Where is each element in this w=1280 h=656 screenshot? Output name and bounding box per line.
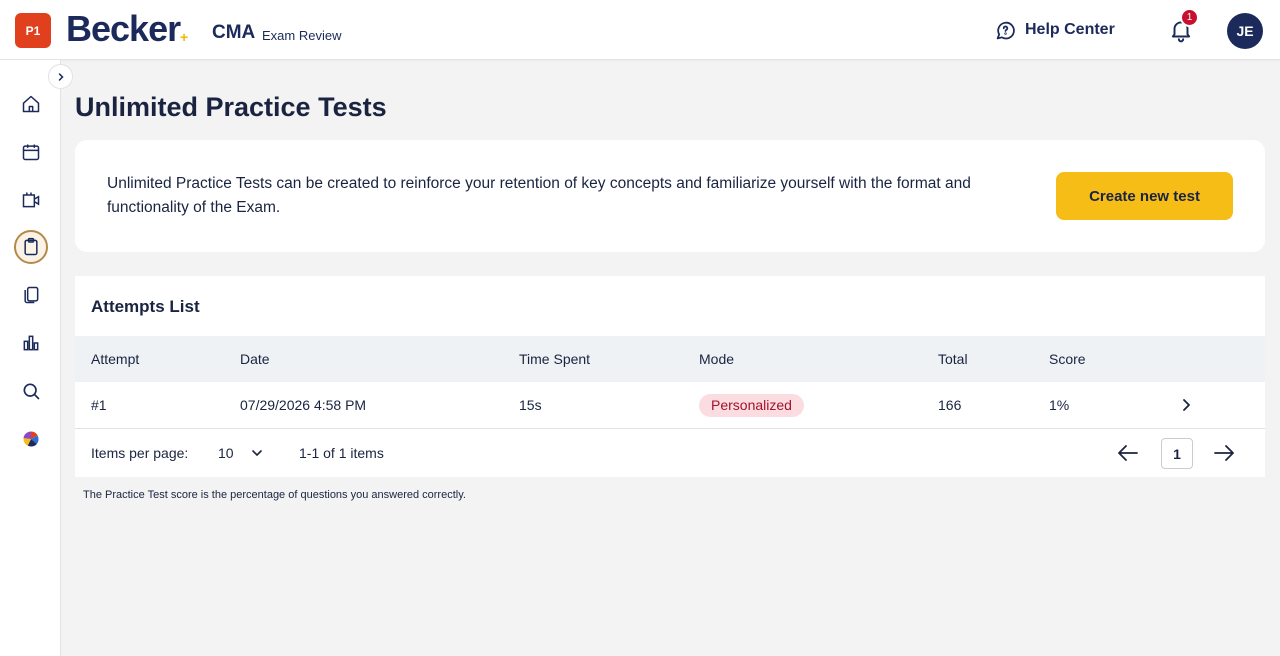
notification-badge: 1 [1180, 8, 1199, 27]
column-header-attempt: Attempt [91, 351, 140, 367]
items-per-page-label: Items per page: [91, 445, 189, 461]
sidebar-item-home[interactable] [19, 92, 43, 116]
table-row[interactable]: #1 07/29/2026 4:58 PM 15s Personalized 1… [75, 382, 1265, 429]
sidebar-item-search[interactable] [19, 379, 43, 403]
help-center-link[interactable]: Help Center [995, 19, 1115, 41]
intro-card: Unlimited Practice Tests can be created … [75, 140, 1265, 252]
arrow-right-icon[interactable] [1212, 443, 1236, 463]
sidebar-item-practice-tests[interactable] [14, 230, 48, 264]
logo-plus-icon: + [180, 29, 189, 45]
cell-date: 07/29/2026 4:58 PM [240, 397, 367, 413]
arrow-left-icon[interactable] [1116, 443, 1140, 463]
column-header-date: Date [240, 351, 270, 367]
create-new-test-button[interactable]: Create new test [1056, 172, 1233, 220]
sidebar-item-flashcards[interactable] [19, 283, 43, 307]
table-header: Attempt Date Time Spent Mode Total Score [75, 336, 1265, 382]
column-header-time-spent: Time Spent [519, 351, 591, 367]
cell-score: 1% [1049, 397, 1070, 413]
cell-total: 166 [938, 397, 962, 413]
chevron-down-icon [252, 450, 262, 456]
sidebar-item-calendar[interactable] [19, 140, 43, 164]
attempts-title: Attempts List [91, 297, 200, 316]
pagination-bar: Items per page: 10 1-1 of 1 items 1 [75, 429, 1265, 477]
search-icon [23, 383, 40, 400]
current-page-button[interactable]: 1 [1161, 438, 1193, 469]
chevron-right-icon[interactable] [1177, 396, 1195, 414]
cell-time-spent: 15s [519, 397, 542, 413]
home-icon [22, 95, 40, 113]
column-header-total: Total [938, 351, 968, 367]
sidebar [0, 60, 61, 656]
column-header-score: Score [1049, 351, 1086, 367]
bar-chart-icon [23, 335, 39, 351]
attempts-panel: Attempts List Attempt Date Time Spent Mo… [75, 276, 1265, 477]
items-per-page-select[interactable]: 10 [215, 439, 271, 467]
intro-text: Unlimited Practice Tests can be created … [107, 175, 971, 216]
chevron-right-icon [58, 72, 64, 81]
mode-badge: Personalized [699, 394, 804, 417]
column-header-mode: Mode [699, 351, 735, 367]
sidebar-item-video[interactable] [19, 188, 43, 212]
items-per-page-value: 10 [218, 445, 234, 461]
sidebar-item-performance[interactable] [19, 331, 43, 355]
pagination-range: 1-1 of 1 items [299, 445, 384, 461]
clipboard-icon [24, 237, 38, 256]
sidebar-toggle-button[interactable] [48, 64, 73, 89]
help-center-label: Help Center [1025, 21, 1115, 38]
page-title: Unlimited Practice Tests [75, 92, 387, 122]
becker-logo[interactable]: Becker [66, 8, 181, 50]
top-header: P1 Becker + CMA Exam Review Help Center … [0, 0, 1280, 60]
flashcards-icon [24, 286, 39, 304]
product-name: CMA [212, 22, 256, 43]
sidebar-item-integrations[interactable] [19, 427, 43, 451]
cell-attempt: #1 [91, 397, 107, 413]
calendar-icon [22, 144, 40, 161]
avatar[interactable]: JE [1227, 13, 1263, 49]
puzzle-icon [23, 431, 39, 447]
video-icon [22, 192, 40, 208]
chat-help-icon [996, 21, 1015, 39]
part-badge[interactable]: P1 [15, 13, 51, 48]
product-subtitle: Exam Review [262, 28, 342, 43]
score-footnote: The Practice Test score is the percentag… [83, 489, 466, 501]
